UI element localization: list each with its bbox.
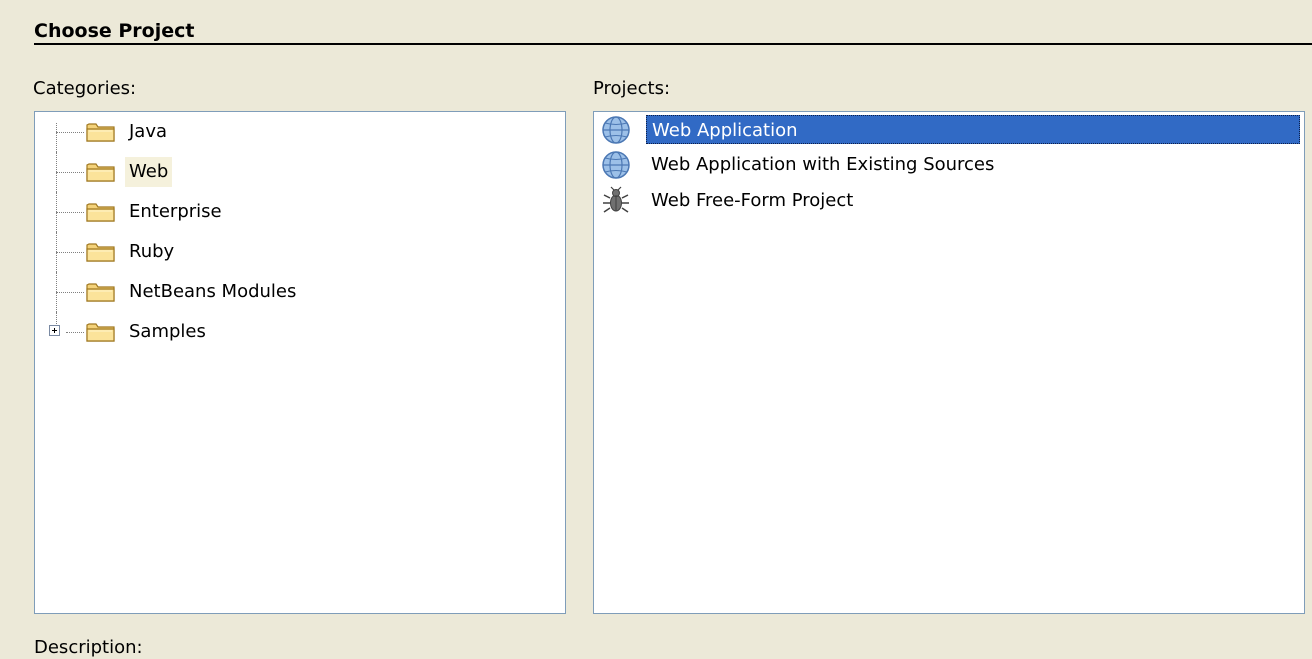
folder-icon	[86, 163, 115, 182]
category-item-samples[interactable]: Samples	[35, 312, 565, 352]
page-title: Choose Project	[34, 20, 195, 42]
category-item-web[interactable]: Web	[35, 152, 565, 192]
description-label: Description:	[34, 637, 143, 658]
tree-connector	[56, 272, 84, 312]
bug-icon	[603, 186, 629, 213]
tree-connector	[56, 112, 84, 152]
tree-connector	[56, 232, 84, 272]
project-label: Web Application	[646, 115, 1300, 144]
categories-tree[interactable]: Java Web Enterprise Ruby NetBeans Module…	[34, 111, 566, 614]
category-label: Enterprise	[129, 201, 222, 222]
folder-icon	[86, 323, 115, 342]
folder-icon	[86, 123, 115, 142]
tree-connector	[56, 312, 84, 352]
project-item-web-application-existing-sources[interactable]: Web Application with Existing Sources	[594, 147, 1304, 183]
expand-icon[interactable]	[49, 325, 60, 336]
categories-label: Categories:	[33, 78, 137, 99]
folder-icon	[86, 283, 115, 302]
project-label: Web Application with Existing Sources	[651, 154, 995, 175]
category-item-netbeans-modules[interactable]: NetBeans Modules	[35, 272, 565, 312]
section-header: Choose Project	[34, 19, 1312, 45]
category-label: Java	[129, 121, 168, 142]
project-item-web-application[interactable]: Web Application	[594, 112, 1304, 148]
category-label: NetBeans Modules	[129, 281, 297, 302]
category-label: Samples	[129, 321, 206, 342]
folder-icon	[86, 243, 115, 262]
project-label: Web Free-Form Project	[651, 190, 854, 211]
projects-label: Projects:	[593, 78, 671, 99]
category-label: Ruby	[129, 241, 175, 262]
globe-icon	[602, 116, 630, 144]
globe-icon	[602, 151, 630, 179]
category-label: Web	[125, 157, 173, 187]
category-item-enterprise[interactable]: Enterprise	[35, 192, 565, 232]
project-item-web-free-form[interactable]: Web Free-Form Project	[594, 183, 1304, 219]
tree-connector	[56, 152, 84, 192]
category-item-java[interactable]: Java	[35, 112, 565, 152]
tree-connector	[56, 192, 84, 232]
projects-list[interactable]: Web Application Web Application with Exi…	[593, 111, 1305, 614]
folder-icon	[86, 203, 115, 222]
category-item-ruby[interactable]: Ruby	[35, 232, 565, 272]
